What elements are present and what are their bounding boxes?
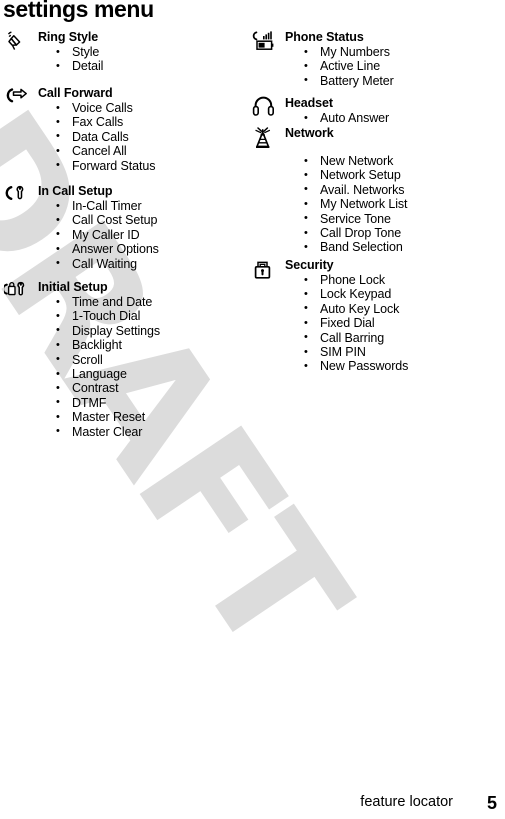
section-heading: Network	[285, 126, 334, 140]
list-item[interactable]: Fixed Dial	[250, 316, 408, 331]
list-item[interactable]: Cancel All	[0, 144, 155, 159]
footer-section-label: feature locator	[360, 794, 453, 810]
list-item[interactable]: Network Setup	[250, 168, 407, 183]
list-item[interactable]: New Passwords	[250, 359, 408, 374]
section-heading: Call Forward	[38, 86, 113, 100]
list-item[interactable]: Call Waiting	[0, 256, 159, 271]
list-item[interactable]: SIM PIN	[250, 345, 408, 360]
network-antenna-tower-icon	[252, 126, 278, 150]
section-item-list: Phone Lock Lock Keypad Auto Key Lock Fix…	[250, 272, 408, 374]
list-item[interactable]: Master Clear	[0, 424, 160, 439]
list-item[interactable]: Master Reset	[0, 410, 160, 425]
section-heading: Initial Setup	[38, 280, 108, 294]
section-item-list: New Network Network Setup Avail. Network…	[250, 153, 407, 255]
section-heading: Headset	[285, 96, 333, 110]
list-item[interactable]: Answer Options	[0, 242, 159, 257]
list-item[interactable]: Display Settings	[0, 323, 160, 338]
list-item[interactable]: Lock Keypad	[250, 287, 408, 302]
list-item[interactable]: Voice Calls	[0, 100, 155, 115]
list-item[interactable]: New Network	[250, 153, 407, 168]
list-item[interactable]: Language	[0, 367, 160, 382]
section-item-list: Style Detail	[0, 44, 103, 74]
page-number: 5	[486, 793, 497, 813]
section-item-list: Time and Date 1-Touch Dial Display Setti…	[0, 294, 160, 439]
section-item-list: Voice Calls Fax Calls Data Calls Cancel …	[0, 100, 155, 173]
section-item-list: In-Call Timer Call Cost Setup My Caller …	[0, 198, 159, 271]
list-item[interactable]: My Caller ID	[0, 227, 159, 242]
list-item[interactable]: Backlight	[0, 338, 160, 353]
list-item[interactable]: Battery Meter	[250, 73, 394, 88]
list-item[interactable]: Time and Date	[0, 294, 160, 309]
list-item[interactable]: Auto Key Lock	[250, 301, 408, 316]
list-item[interactable]: Active Line	[250, 59, 394, 74]
list-item[interactable]: Call Cost Setup	[0, 213, 159, 228]
list-item[interactable]: My Numbers	[250, 44, 394, 59]
section-heading: In Call Setup	[38, 184, 113, 198]
list-item[interactable]: Auto Answer	[250, 110, 389, 125]
section-heading: Security	[285, 258, 334, 272]
section-item-list: Auto Answer	[250, 110, 389, 125]
list-item[interactable]: Call Drop Tone	[250, 226, 407, 241]
list-item[interactable]: My Network List	[250, 197, 407, 212]
list-item[interactable]: Scroll	[0, 352, 160, 367]
list-item[interactable]: Data Calls	[0, 129, 155, 144]
list-item[interactable]: 1-Touch Dial	[0, 309, 160, 324]
list-item[interactable]: Avail. Networks	[250, 182, 407, 197]
list-item[interactable]: Style	[0, 44, 103, 59]
list-item[interactable]: Fax Calls	[0, 115, 155, 130]
section-heading: Ring Style	[38, 30, 99, 44]
list-item[interactable]: Call Barring	[250, 330, 408, 345]
section-heading: Phone Status	[285, 30, 364, 44]
manual-page: settings menu Ring Style Style Detail	[0, 0, 505, 819]
list-item[interactable]: Forward Status	[0, 158, 155, 173]
list-item[interactable]: Detail	[0, 59, 103, 74]
list-item[interactable]: DTMF	[0, 395, 160, 410]
list-item[interactable]: Band Selection	[250, 240, 407, 255]
page-title: settings menu	[3, 0, 154, 22]
page-footer: feature locator 5	[0, 787, 505, 813]
list-item[interactable]: Contrast	[0, 381, 160, 396]
list-item[interactable]: In-Call Timer	[0, 198, 159, 213]
section-item-list: My Numbers Active Line Battery Meter	[250, 44, 394, 88]
list-item[interactable]: Phone Lock	[250, 272, 408, 287]
list-item[interactable]: Service Tone	[250, 211, 407, 226]
